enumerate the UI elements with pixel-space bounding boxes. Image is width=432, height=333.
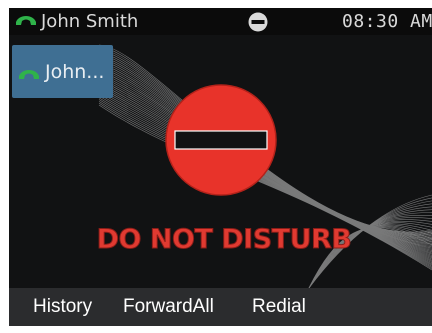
clock: 08:30 AM: [342, 11, 432, 32]
dnd-status-icon: [248, 12, 268, 32]
history-softkey[interactable]: History: [33, 296, 92, 318]
status-bar: John Smith 08:30 AM: [9, 8, 432, 35]
forward-all-softkey[interactable]: ForwardAll: [123, 296, 214, 318]
handset-icon: [19, 70, 39, 79]
line-key-label: John...: [45, 61, 105, 83]
softkey-bar: History ForwardAll Redial: [9, 288, 432, 326]
handset-icon: [16, 16, 36, 25]
redial-softkey[interactable]: Redial: [252, 296, 306, 318]
dnd-label: DO NOT DISTURB: [96, 224, 352, 256]
phone-screen: John Smith 08:30 AM John... DO NOT DISTU…: [9, 8, 432, 326]
do-not-disturb-icon: [165, 84, 277, 196]
caller-name: John Smith: [41, 11, 139, 32]
line-key-john[interactable]: John...: [12, 45, 113, 98]
